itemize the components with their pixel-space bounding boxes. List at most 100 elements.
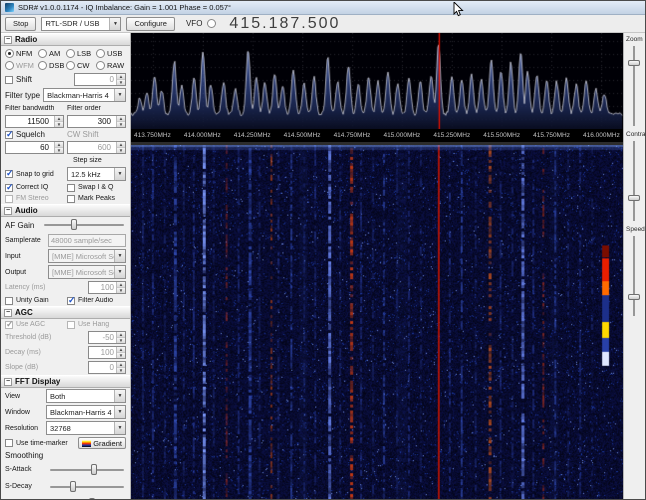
titlebar: SDR# v1.0.0.1174 - IQ Imbalance: Gain = … xyxy=(1,1,645,15)
snap-toggle[interactable]: Snap to grid xyxy=(5,170,64,178)
step-size-select[interactable]: 12.5 kHz xyxy=(66,167,126,181)
spin-down-icon[interactable] xyxy=(117,80,125,85)
s-attack-label: S-Attack xyxy=(5,466,32,473)
resolution-select[interactable]: 32768 xyxy=(46,421,126,435)
dropdown-arrow-icon[interactable] xyxy=(114,266,125,278)
source-select[interactable]: RTL-SDR / USB xyxy=(41,16,122,31)
filter-audio-toggle[interactable]: Filter Audio xyxy=(67,296,126,305)
collapse-icon[interactable] xyxy=(4,35,12,44)
mode-raw[interactable]: RAW xyxy=(96,61,125,70)
vfo-radio[interactable] xyxy=(207,19,217,28)
fm-stereo-toggle[interactable]: FM Stereo xyxy=(5,194,64,203)
shift-input[interactable]: 0 xyxy=(74,73,126,86)
dropdown-arrow-icon[interactable] xyxy=(114,168,125,180)
output-select[interactable]: [MME] Microsoft Sound xyxy=(48,265,126,279)
radio-icon xyxy=(5,49,14,58)
mark-peaks-toggle[interactable]: Mark Peaks xyxy=(67,194,126,203)
mode-wfm[interactable]: WFM xyxy=(5,61,38,70)
spin-down-icon[interactable] xyxy=(117,122,125,127)
threshold-input[interactable]: -50 xyxy=(88,331,126,344)
mode-dsb[interactable]: DSB xyxy=(38,61,66,70)
dropdown-arrow-icon[interactable] xyxy=(114,89,125,101)
cw-shift-input[interactable]: 600 xyxy=(67,141,126,154)
filter-order-input[interactable]: 300 xyxy=(67,115,126,128)
slider-thumb[interactable] xyxy=(628,60,640,66)
dropdown-arrow-icon[interactable] xyxy=(114,250,125,262)
latency-input[interactable]: 100 xyxy=(88,281,126,294)
spin-down-icon[interactable] xyxy=(117,288,125,293)
mode-lsb[interactable]: LSB xyxy=(66,49,96,58)
configure-button[interactable]: Configure xyxy=(126,16,175,31)
time-marker-checkbox[interactable] xyxy=(5,439,13,447)
dropdown-arrow-icon[interactable] xyxy=(109,17,121,30)
slider-thumb[interactable] xyxy=(90,463,97,475)
mode-label: NFM xyxy=(16,49,33,58)
freq-tick-label: 415.750MHz xyxy=(533,131,570,139)
gradient-button[interactable]: Gradient xyxy=(78,437,126,449)
collapse-icon[interactable] xyxy=(4,206,12,215)
w-attack-slider[interactable] xyxy=(48,497,126,499)
audio-panel-header[interactable]: Audio xyxy=(1,204,130,217)
use-agc-toggle[interactable]: Use AGC xyxy=(5,320,64,329)
slider-thumb[interactable] xyxy=(71,219,78,230)
spin-down-icon[interactable] xyxy=(117,148,125,153)
filter-type-select[interactable]: Blackman-Harris 4 xyxy=(43,88,126,102)
correct-iq-toggle[interactable]: Correct IQ xyxy=(5,183,64,192)
filter-values-row: 11500 300 xyxy=(1,114,130,129)
freq-tick-label: 415.250MHz xyxy=(433,131,471,139)
spin-down-icon[interactable] xyxy=(117,368,125,373)
af-gain-slider[interactable] xyxy=(42,218,126,232)
slider-thumb[interactable] xyxy=(69,480,76,492)
view-select[interactable]: Both xyxy=(46,389,126,403)
spin-down-icon[interactable] xyxy=(55,148,63,153)
collapse-icon[interactable] xyxy=(4,377,12,386)
s-decay-slider[interactable] xyxy=(48,480,126,494)
window-select[interactable]: Blackman-Harris 4 xyxy=(46,405,126,419)
fft-panel-header[interactable]: FFT Display xyxy=(1,375,130,388)
collapse-icon[interactable] xyxy=(4,308,12,317)
dropdown-arrow-icon[interactable] xyxy=(114,390,125,402)
swap-iq-toggle[interactable]: Swap I & Q xyxy=(67,183,126,192)
input-select[interactable]: [MME] Microsoft Sound xyxy=(48,249,126,263)
mode-cw[interactable]: CW xyxy=(66,61,96,70)
slope-value: 0 xyxy=(109,363,114,372)
source-value: RTL-SDR / USB xyxy=(45,19,100,28)
speed-slider[interactable] xyxy=(624,234,645,318)
stop-button[interactable]: Stop xyxy=(5,16,37,31)
filter-bandwidth-input[interactable]: 11500 xyxy=(5,115,64,128)
waterfall-display[interactable] xyxy=(131,144,623,499)
spin-down-icon[interactable] xyxy=(117,338,125,343)
use-hang-checkbox xyxy=(67,320,75,329)
shift-checkbox[interactable] xyxy=(5,75,13,84)
slider-thumb[interactable] xyxy=(628,195,640,201)
slider-track xyxy=(633,141,635,221)
contrast-slider[interactable] xyxy=(624,139,645,223)
squelch-toggle[interactable]: Squelch xyxy=(5,130,64,139)
mode-nfm[interactable]: NFM xyxy=(5,49,38,58)
agc-checks-row: Use AGC Use Hang xyxy=(1,319,130,330)
slider-thumb[interactable] xyxy=(628,294,640,300)
frequency-display[interactable]: 415.187.500 xyxy=(229,15,340,33)
window-row: Window Blackman-Harris 4 xyxy=(1,404,130,420)
af-gain-row: AF Gain xyxy=(1,217,130,233)
agc-panel-header[interactable]: AGC xyxy=(1,306,130,319)
slope-input[interactable]: 0 xyxy=(88,361,126,374)
mode-usb[interactable]: USB xyxy=(96,49,125,58)
mode-label: RAW xyxy=(107,61,125,70)
toolbar: Stop RTL-SDR / USB Configure VFO 415.187… xyxy=(1,15,645,33)
s-attack-slider[interactable] xyxy=(48,463,126,477)
radio-panel-header[interactable]: Radio xyxy=(1,33,130,46)
spin-down-icon[interactable] xyxy=(55,122,63,127)
dropdown-arrow-icon[interactable] xyxy=(114,422,125,434)
decay-input[interactable]: 100 xyxy=(88,346,126,359)
zoom-slider[interactable] xyxy=(624,44,645,128)
samplerate-input[interactable]: 48000 sample/sec xyxy=(48,234,126,247)
spin-down-icon[interactable] xyxy=(117,353,125,358)
squelch-label: Squelch xyxy=(16,130,45,139)
mode-am[interactable]: AM xyxy=(38,49,66,58)
dropdown-arrow-icon[interactable] xyxy=(114,406,125,418)
squelch-input[interactable]: 60 xyxy=(5,141,64,154)
unity-gain-toggle[interactable]: Unity Gain xyxy=(5,296,64,305)
spectrum-display[interactable] xyxy=(131,33,623,129)
use-hang-toggle[interactable]: Use Hang xyxy=(67,320,126,329)
